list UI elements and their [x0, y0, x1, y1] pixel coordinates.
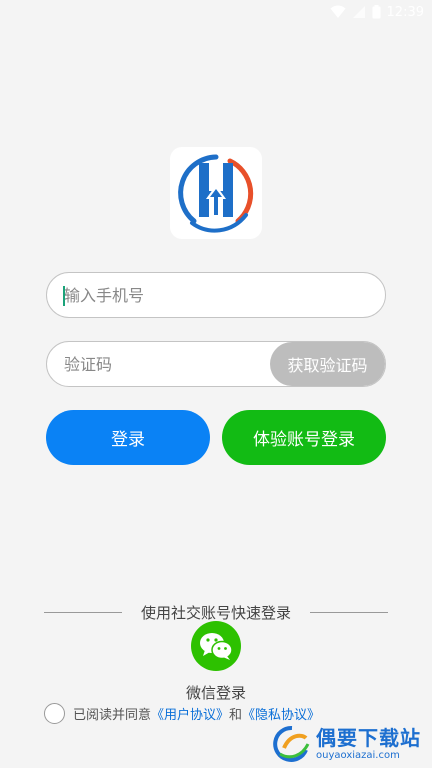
battery-icon	[372, 5, 381, 19]
trial-login-button[interactable]: 体验账号登录	[222, 410, 386, 465]
watermark: 偶要下载站 ouyaoxiazai.com	[272, 720, 432, 768]
app-logo-icon	[178, 154, 254, 233]
wechat-login-label: 微信登录	[185, 684, 246, 702]
code-field[interactable]: 获取验证码	[46, 341, 386, 387]
watermark-logo-icon	[273, 725, 310, 762]
text-caret	[63, 286, 65, 306]
agreement-and: 和	[229, 707, 243, 723]
agreement-prefix: 已阅读并同意	[73, 707, 152, 723]
wifi-icon	[330, 5, 346, 19]
agree-radio[interactable]	[44, 702, 65, 724]
status-bar: 12:39	[0, 0, 432, 24]
wechat-icon	[200, 633, 233, 660]
app-logo	[170, 147, 262, 239]
status-time: 12:39	[386, 4, 424, 20]
login-button[interactable]: 登录	[46, 410, 210, 465]
user-agreement-link[interactable]: 《用户协议》	[151, 704, 229, 723]
phone-input[interactable]	[47, 273, 385, 317]
divider-line-right	[309, 611, 388, 613]
phone-field[interactable]	[46, 272, 386, 318]
watermark-title: 偶要下载站	[316, 725, 421, 750]
social-login-title: 使用社交账号快速登录	[140, 603, 291, 622]
get-code-button[interactable]: 获取验证码	[270, 342, 385, 386]
watermark-subtitle: ouyaoxiazai.com	[316, 749, 400, 761]
signal-icon	[352, 5, 366, 19]
wechat-login-button[interactable]	[191, 621, 241, 671]
divider-line-left	[44, 611, 122, 613]
